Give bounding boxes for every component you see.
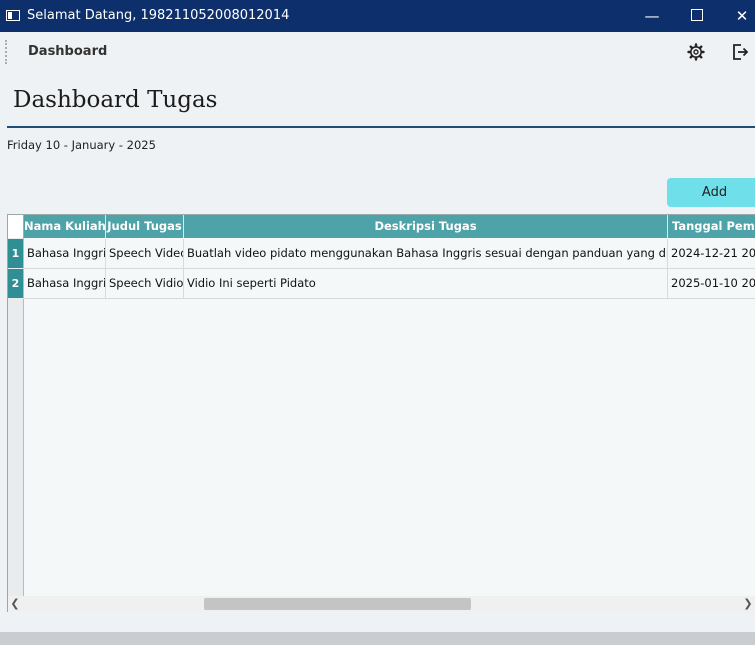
cell-tanggal-pemberian[interactable]: 2024-12-21 20:00 xyxy=(668,239,755,268)
minimize-icon: — xyxy=(644,7,660,25)
cell-deskripsi-tugas[interactable]: Buatlah video pidato menggunakan Bahasa … xyxy=(184,239,668,268)
app-icon xyxy=(6,10,20,21)
window-title: Selamat Datang, 198211052008012014 xyxy=(27,8,290,23)
table-corner[interactable] xyxy=(8,215,24,238)
logout-icon[interactable] xyxy=(730,42,750,62)
nav-dashboard[interactable]: Dashboard xyxy=(28,44,107,59)
toolbar: Dashboard xyxy=(0,32,755,72)
toolbar-grip xyxy=(5,40,7,64)
cell-tanggal-pemberian[interactable]: 2025-01-10 20:00 xyxy=(668,269,755,298)
title-divider xyxy=(7,126,755,128)
current-date: Friday 10 - January - 2025 xyxy=(7,138,156,152)
page-title: Dashboard Tugas xyxy=(13,87,218,113)
column-header-judul-tugas[interactable]: Judul Tugas xyxy=(106,215,184,238)
table-row[interactable]: 1 Bahasa Inggris Speech Video Buatlah vi… xyxy=(8,239,755,269)
title-bar[interactable]: Selamat Datang, 198211052008012014 — ✕ xyxy=(0,0,755,32)
maximize-button[interactable] xyxy=(675,0,719,32)
column-header-nama-kuliah[interactable]: Nama Kuliah xyxy=(24,215,106,238)
cell-judul-tugas[interactable]: Speech Vidio xyxy=(106,269,184,298)
scroll-left-icon[interactable]: ❮ xyxy=(8,596,22,612)
minimize-button[interactable]: — xyxy=(630,0,674,32)
app-window: Selamat Datang, 198211052008012014 — ✕ D… xyxy=(0,0,755,632)
cell-judul-tugas[interactable]: Speech Video xyxy=(106,239,184,268)
gear-icon[interactable] xyxy=(686,42,706,62)
cell-deskripsi-tugas[interactable]: Vidio Ini seperti Pidato xyxy=(184,269,668,298)
scroll-right-icon[interactable]: ❯ xyxy=(741,596,755,612)
column-header-tanggal-pemberian[interactable]: Tanggal Pemberian xyxy=(668,215,755,238)
scrollbar-thumb[interactable] xyxy=(204,598,471,610)
maximize-icon xyxy=(691,9,703,21)
task-table[interactable]: Nama Kuliah Judul Tugas Deskripsi Tugas … xyxy=(7,214,755,612)
horizontal-scrollbar[interactable]: ❮ ❯ xyxy=(8,596,755,612)
cell-nama-kuliah[interactable]: Bahasa Inggris xyxy=(24,239,106,268)
add-button[interactable]: Add xyxy=(667,178,755,207)
row-number[interactable]: 2 xyxy=(8,269,23,298)
column-header-deskripsi-tugas[interactable]: Deskripsi Tugas xyxy=(184,215,668,238)
close-button[interactable]: ✕ xyxy=(720,0,755,32)
row-number[interactable]: 1 xyxy=(8,239,23,268)
close-icon: ✕ xyxy=(735,7,749,25)
table-row[interactable]: 2 Bahasa Inggris Speech Vidio Vidio Ini … xyxy=(8,269,755,299)
cell-nama-kuliah[interactable]: Bahasa Inggris xyxy=(24,269,106,298)
